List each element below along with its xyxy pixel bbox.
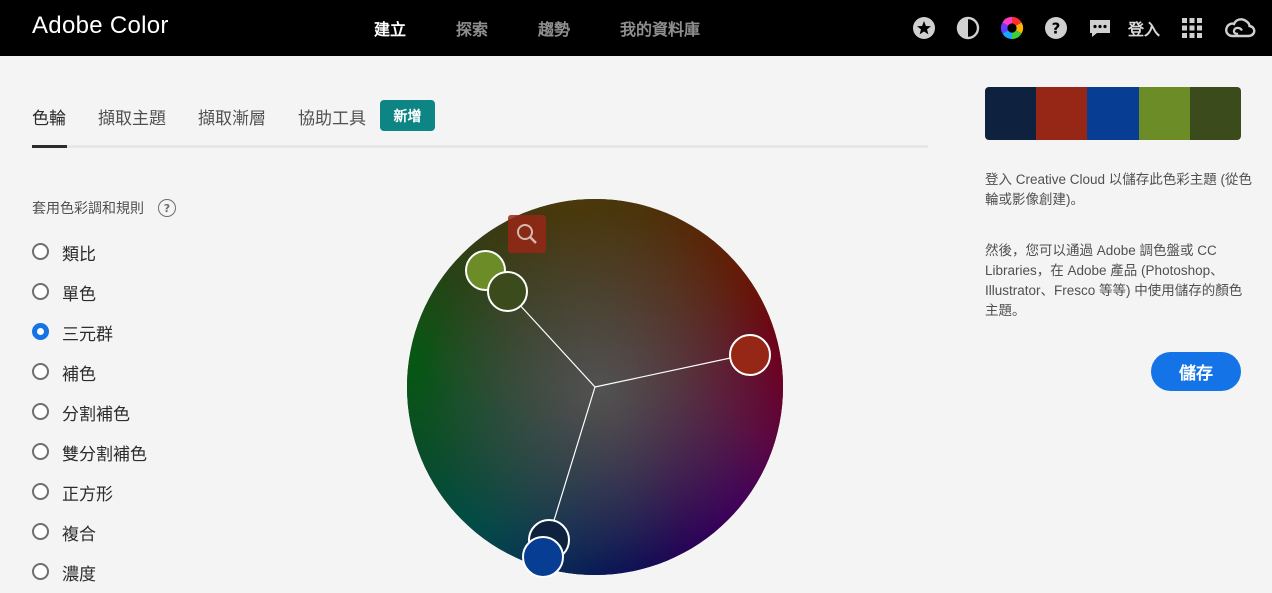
color-wheel-icon[interactable] <box>1000 16 1024 40</box>
theme-swatches <box>985 87 1241 140</box>
tab-accessibility-tools[interactable]: 協助工具 <box>298 104 366 129</box>
signin-message: 登入 Creative Cloud 以儲存此色彩主題 (從色輪或影像創建)。 <box>985 172 1253 207</box>
swatch[interactable] <box>1138 87 1190 140</box>
nav-item-my-library[interactable]: 我的資料庫 <box>620 16 700 40</box>
rule-label: 三元群 <box>62 325 113 345</box>
rule-label: 類比 <box>62 245 96 265</box>
radio-button[interactable] <box>32 563 49 580</box>
rule-square[interactable]: 正方形 <box>32 480 147 520</box>
harmony-line <box>547 386 596 541</box>
swatch[interactable] <box>1036 87 1088 140</box>
rule-label: 分割補色 <box>62 405 130 425</box>
magnifier-icon[interactable] <box>508 215 546 253</box>
new-badge: 新增 <box>380 100 435 131</box>
creative-cloud-icon[interactable] <box>1224 16 1256 40</box>
rule-label: 正方形 <box>62 485 113 505</box>
radio-button[interactable] <box>32 523 49 540</box>
rule-complementary[interactable]: 補色 <box>32 360 147 400</box>
swatch-base[interactable] <box>1087 87 1139 140</box>
harmony-rule-list: 類比 單色 三元群 補色 分割補色 雙分割補色 正方形 複合 濃度 <box>32 240 147 593</box>
rule-label: 濃度 <box>62 565 96 585</box>
rule-compound[interactable]: 複合 <box>32 520 147 560</box>
save-button[interactable]: 儲存 <box>1151 352 1241 391</box>
harmony-help-icon[interactable]: ? <box>158 199 176 217</box>
rule-label: 雙分割補色 <box>62 445 147 465</box>
rule-triad[interactable]: 三元群 <box>32 320 147 360</box>
mode-tabs: 色輪 擷取主題 擷取漸層 協助工具 新增 <box>32 100 928 148</box>
rule-split-complementary[interactable]: 分割補色 <box>32 400 147 440</box>
radio-button[interactable] <box>32 483 49 500</box>
tab-extract-gradient[interactable]: 擷取漸層 <box>198 104 266 129</box>
color-handle[interactable] <box>487 271 528 312</box>
library-message: 然後，您可以通過 Adobe 調色盤或 CC Libraries，在 Adobe… <box>985 243 1243 318</box>
tab-color-wheel[interactable]: 色輪 <box>32 104 66 129</box>
nav-item-create[interactable]: 建立 <box>374 16 406 40</box>
star-icon[interactable] <box>912 16 936 40</box>
harmony-rule-heading: 套用色彩調和規則 ? <box>32 198 176 218</box>
svg-text:?: ? <box>1052 20 1061 38</box>
rule-double-split-complementary[interactable]: 雙分割補色 <box>32 440 147 480</box>
nav-item-explore[interactable]: 探索 <box>456 16 488 40</box>
rule-label: 複合 <box>62 525 96 545</box>
chat-icon[interactable] <box>1088 16 1112 40</box>
radio-button[interactable] <box>32 403 49 420</box>
rule-monochromatic[interactable]: 單色 <box>32 280 147 320</box>
help-icon[interactable]: ? <box>1044 16 1068 40</box>
nav-item-trends[interactable]: 趨勢 <box>538 16 570 40</box>
harmony-rule-label: 套用色彩調和規則 <box>32 201 144 217</box>
harmony-line <box>594 353 750 388</box>
swatch[interactable] <box>1189 87 1241 140</box>
contrast-icon[interactable] <box>956 16 980 40</box>
rule-analogous[interactable]: 類比 <box>32 240 147 280</box>
top-bar: Adobe Color 建立 探索 趨勢 我的資料庫 ? 登入 <box>0 0 1272 56</box>
rule-label: 單色 <box>62 285 96 305</box>
swatch[interactable] <box>985 87 1037 140</box>
radio-button[interactable] <box>32 363 49 380</box>
tab-extract-theme[interactable]: 擷取主題 <box>98 104 166 129</box>
apps-grid-icon[interactable] <box>1180 16 1204 40</box>
main-nav: 建立 探索 趨勢 我的資料庫 <box>374 16 750 40</box>
active-tab-underline <box>32 145 67 148</box>
color-handle[interactable] <box>729 334 771 376</box>
radio-button[interactable] <box>32 283 49 300</box>
color-handle-base[interactable] <box>522 536 564 578</box>
radio-button[interactable] <box>32 443 49 460</box>
app-logo[interactable]: Adobe Color <box>32 12 169 40</box>
rule-label: 補色 <box>62 365 96 385</box>
rule-shades[interactable]: 濃度 <box>32 560 147 593</box>
radio-button[interactable] <box>32 243 49 260</box>
radio-button-selected[interactable] <box>32 323 49 340</box>
top-icons: ? 登入 <box>892 14 1256 42</box>
signin-link[interactable]: 登入 <box>1128 16 1160 40</box>
